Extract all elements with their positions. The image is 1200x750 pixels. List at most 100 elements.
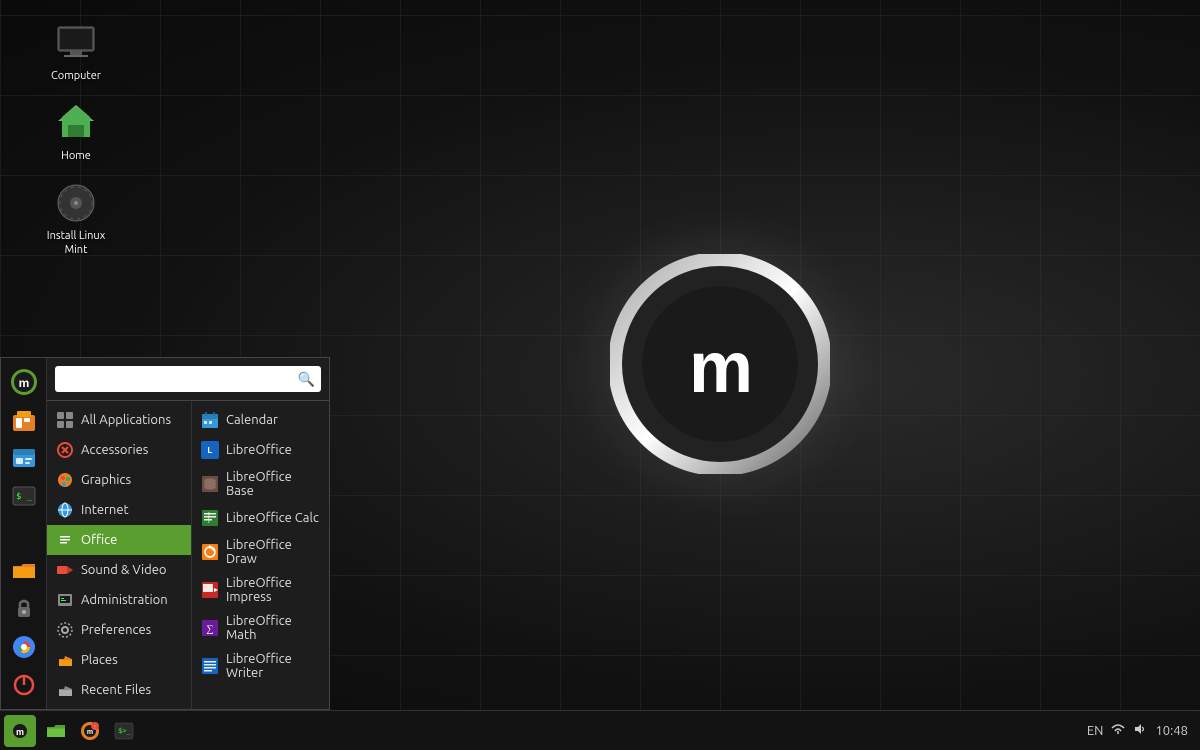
desktop-icon-install[interactable]: Install Linux Mint — [38, 175, 114, 260]
all-apps-label: All Applications — [81, 413, 171, 427]
category-places[interactable]: Places — [47, 645, 191, 675]
computer-icon — [52, 19, 100, 67]
administration-label: Administration — [81, 593, 168, 607]
app-libreoffice[interactable]: L LibreOffice — [192, 435, 329, 465]
app-libreoffice-draw[interactable]: LibreOffice Draw — [192, 533, 329, 571]
app-libreoffice-math[interactable]: ∑ LibreOffice Math — [192, 609, 329, 647]
category-accessories[interactable]: Accessories — [47, 435, 191, 465]
graphics-label: Graphics — [81, 473, 131, 487]
tray-network-icon[interactable] — [1111, 722, 1125, 739]
taskbar-folder-button[interactable] — [40, 715, 72, 747]
calendar-app-label: Calendar — [226, 413, 278, 427]
search-input-wrap[interactable]: 🔍 — [55, 366, 321, 392]
home-folder-icon — [52, 99, 100, 147]
taskbar-mint-badge-button[interactable]: m ! — [74, 715, 106, 747]
taskbar-left: m m ! — [4, 715, 140, 747]
libreoffice-calc-icon — [200, 508, 220, 528]
libreoffice-draw-label: LibreOffice Draw — [226, 538, 321, 566]
recent-files-icon — [55, 680, 75, 700]
administration-icon — [55, 590, 75, 610]
svg-text:∑: ∑ — [206, 624, 213, 635]
app-libreoffice-calc[interactable]: LibreOffice Calc — [192, 503, 329, 533]
recent-files-label: Recent Files — [81, 683, 151, 697]
category-sound-video[interactable]: Sound & Video — [47, 555, 191, 585]
libreoffice-impress-label: LibreOffice Impress — [226, 576, 321, 604]
svg-text:m: m — [16, 727, 24, 737]
libreoffice-math-icon: ∑ — [200, 618, 220, 638]
internet-label: Internet — [81, 503, 129, 517]
category-office[interactable]: Office — [47, 525, 191, 555]
home-label: Home — [61, 150, 91, 163]
sound-video-icon — [55, 560, 75, 580]
places-label: Places — [81, 653, 118, 667]
install-icon — [52, 179, 100, 227]
preferences-icon — [55, 620, 75, 640]
places-icon — [55, 650, 75, 670]
taskbar-right: EN 10:48 — [1087, 722, 1196, 739]
libreoffice-icon: L — [200, 440, 220, 460]
app-libreoffice-impress[interactable]: LibreOffice Impress — [192, 571, 329, 609]
all-apps-icon — [55, 410, 75, 430]
search-icon: 🔍 — [298, 371, 315, 388]
tray-volume-icon[interactable] — [1133, 722, 1147, 739]
category-graphics[interactable]: Graphics — [47, 465, 191, 495]
category-recent-files[interactable]: Recent Files — [47, 675, 191, 705]
category-administration[interactable]: Administration — [47, 585, 191, 615]
libreoffice-writer-label: LibreOffice Writer — [226, 652, 321, 680]
start-main-panel: 🔍 — [47, 358, 329, 709]
svg-text:L: L — [208, 446, 213, 455]
menu-content: All Applications Accessories — [47, 401, 329, 709]
calendar-app-icon — [200, 410, 220, 430]
svg-text:m: m — [87, 729, 93, 736]
computer-label: Computer — [51, 70, 101, 83]
taskbar: m m ! — [0, 710, 1200, 750]
menu-apps-list: Calendar L LibreOffice — [192, 401, 329, 709]
office-label: Office — [81, 533, 117, 547]
sidebar-icon-lock[interactable] — [6, 591, 42, 627]
accessories-label: Accessories — [81, 443, 148, 457]
libreoffice-base-label: LibreOffice Base — [226, 470, 321, 498]
svg-text:$>_: $>_ — [118, 727, 131, 735]
sidebar-icon-software[interactable] — [6, 402, 42, 438]
mint-logo: m — [610, 254, 830, 474]
libreoffice-impress-icon — [200, 580, 220, 600]
sidebar-icon-terminal[interactable]: $ _ — [6, 478, 42, 514]
search-bar: 🔍 — [47, 358, 329, 401]
accessories-icon — [55, 440, 75, 460]
sidebar-icon-power[interactable] — [6, 667, 42, 703]
category-all-apps[interactable]: All Applications — [47, 405, 191, 435]
search-input[interactable] — [61, 368, 298, 390]
internet-icon — [55, 500, 75, 520]
app-libreoffice-base[interactable]: LibreOffice Base — [192, 465, 329, 503]
sidebar-icon-mint[interactable]: m — [6, 364, 42, 400]
desktop-icons-container: Computer Home Install Lin — [38, 15, 114, 261]
office-icon — [55, 530, 75, 550]
libreoffice-draw-icon — [200, 542, 220, 562]
menu-categories: All Applications Accessories — [47, 401, 192, 709]
svg-text:$ _: $ _ — [16, 492, 33, 502]
app-calendar[interactable]: Calendar — [192, 405, 329, 435]
svg-text:m: m — [18, 376, 29, 390]
svg-text:!: ! — [94, 723, 95, 729]
start-menu: m — [0, 357, 330, 710]
graphics-icon — [55, 470, 75, 490]
sound-video-label: Sound & Video — [81, 563, 167, 577]
sidebar-icon-folder[interactable] — [6, 553, 42, 589]
libreoffice-math-label: LibreOffice Math — [226, 614, 321, 642]
start-sidebar: m — [1, 358, 47, 709]
clock-time[interactable]: 10:48 — [1155, 724, 1188, 738]
install-label: Install Linux Mint — [42, 230, 110, 256]
app-libreoffice-writer[interactable]: LibreOffice Writer — [192, 647, 329, 685]
category-internet[interactable]: Internet — [47, 495, 191, 525]
libreoffice-label: LibreOffice — [226, 443, 292, 457]
sidebar-icon-google[interactable] — [6, 629, 42, 665]
sidebar-icon-users[interactable] — [6, 440, 42, 476]
taskbar-terminal-button[interactable]: $>_ — [108, 715, 140, 747]
preferences-label: Preferences — [81, 623, 151, 637]
taskbar-mint-button[interactable]: m — [4, 715, 36, 747]
category-preferences[interactable]: Preferences — [47, 615, 191, 645]
libreoffice-writer-icon — [200, 656, 220, 676]
desktop-icon-home[interactable]: Home — [38, 95, 114, 167]
tray-keyboard[interactable]: EN — [1087, 724, 1104, 738]
desktop-icon-computer[interactable]: Computer — [38, 15, 114, 87]
